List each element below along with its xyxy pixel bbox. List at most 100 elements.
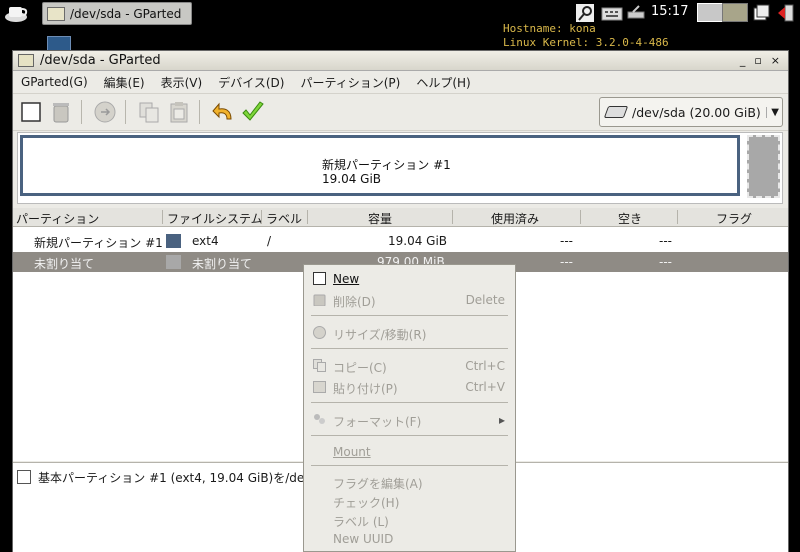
column-separator <box>452 210 453 224</box>
submenu-arrow-icon: ▸ <box>498 413 505 427</box>
disk-map-partition[interactable]: 新規パーティション #1 19.04 GiB <box>20 135 740 196</box>
table-row[interactable]: 新規パーティション #1 ext4 / 19.04 GiB --- --- <box>13 231 788 251</box>
cell-filesystem: 未割り当て <box>192 257 253 271</box>
device-selector[interactable]: /dev/sda (20.00 GiB) ▼ <box>599 97 783 127</box>
window-title: /dev/sda - GParted <box>40 53 161 68</box>
disk-map-partition-name: 新規パーティション #1 <box>322 158 451 172</box>
window-list-icon[interactable] <box>752 3 770 23</box>
menu-help[interactable]: ヘルプ(H) <box>408 74 478 91</box>
workspace-1[interactable] <box>697 3 723 22</box>
menu-device[interactable]: デバイス(D) <box>210 74 292 91</box>
toolbar-separator <box>81 100 82 124</box>
menu-item-accelerator: Delete <box>465 293 505 307</box>
coffee-cup-icon[interactable] <box>3 3 31 23</box>
delete-button[interactable] <box>49 100 73 124</box>
exit-icon[interactable] <box>776 3 796 23</box>
column-separator <box>580 210 581 224</box>
resize-move-button[interactable] <box>93 100 117 124</box>
column-header-filesystem[interactable]: ファイルシステム <box>167 210 263 227</box>
undo-button[interactable] <box>211 100 235 124</box>
minimize-button[interactable]: _ <box>740 54 746 67</box>
menu-item-label: Mount <box>333 445 371 459</box>
copy-icon <box>313 359 326 372</box>
menu-separator <box>311 435 508 436</box>
menu-edit[interactable]: 編集(E) <box>96 74 153 91</box>
menu-item-check[interactable]: チェック(H) <box>304 491 515 511</box>
copy-button[interactable] <box>137 100 161 124</box>
cell-filesystem: ext4 <box>192 234 219 248</box>
maximize-button[interactable]: ▫ <box>754 54 761 67</box>
cell-partition: 新規パーティション #1 <box>34 236 163 250</box>
menu-item-format[interactable]: フォーマット(F) ▸ <box>304 410 515 430</box>
fs-color-swatch <box>166 255 181 269</box>
disk-map: 新規パーティション #1 19.04 GiB <box>17 132 783 204</box>
close-button[interactable]: × <box>771 54 780 67</box>
partition-context-menu: New 削除(D) Delete リサイズ/移動(R) コピー(C) Ctrl+… <box>303 264 516 552</box>
gparted-app-icon <box>18 54 34 67</box>
menu-item-delete[interactable]: 削除(D) Delete <box>304 290 515 310</box>
disk-map-partition-size: 19.04 GiB <box>322 172 382 186</box>
menu-item-label: ラベル (L) <box>333 515 389 529</box>
copy-icon <box>139 102 159 123</box>
search-icon[interactable] <box>575 3 595 23</box>
cell-used: --- <box>560 255 573 269</box>
column-header-partition[interactable]: パーティション <box>16 210 99 227</box>
menu-item-copy[interactable]: コピー(C) Ctrl+C <box>304 356 515 376</box>
menu-item-new-uuid[interactable]: New UUID <box>304 529 515 549</box>
taskbar-item-gparted[interactable]: /dev/sda - GParted <box>42 2 192 25</box>
menu-item-new[interactable]: New <box>304 269 515 289</box>
column-separator <box>261 210 262 224</box>
cell-free: --- <box>659 234 672 248</box>
hostname-text: Hostname: kona <box>503 22 596 35</box>
column-header-free[interactable]: 空き <box>618 210 642 227</box>
menu-view[interactable]: 表示(V) <box>153 74 211 91</box>
cell-label: / <box>267 234 272 248</box>
device-selector-label: /dev/sda (20.00 GiB) <box>632 104 761 120</box>
menu-separator <box>311 348 508 349</box>
column-header-used[interactable]: 使用済み <box>491 210 539 227</box>
menu-separator <box>311 465 508 466</box>
menu-separator <box>311 402 508 403</box>
checkmark-icon <box>242 101 264 121</box>
cell-used: --- <box>560 234 573 248</box>
disk-map-unallocated[interactable] <box>747 135 780 198</box>
column-header-flags[interactable]: フラグ <box>716 210 752 227</box>
menu-partition[interactable]: パーティション(P) <box>292 74 408 91</box>
harddisk-icon <box>603 106 629 118</box>
workspace-2[interactable] <box>722 3 748 22</box>
undo-icon <box>212 102 232 120</box>
menu-item-label: New UUID <box>333 532 394 546</box>
menu-item-label: コピー(C) <box>333 361 387 375</box>
top-panel: /dev/sda - GParted 15:17 <box>0 0 800 26</box>
menu-item-label-partition[interactable]: ラベル (L) <box>304 510 515 530</box>
paste-icon <box>313 381 326 393</box>
trash-icon <box>313 294 326 306</box>
paste-icon <box>170 102 188 123</box>
column-header-size[interactable]: 容量 <box>368 210 392 227</box>
toolbar-separator <box>125 100 126 124</box>
menu-gparted[interactable]: GParted(G) <box>13 75 96 89</box>
new-partition-button[interactable] <box>19 100 43 124</box>
menu-item-accelerator: Ctrl+V <box>465 380 505 394</box>
menu-separator <box>311 315 508 316</box>
fs-color-swatch <box>166 234 181 248</box>
menu-item-resize-move[interactable]: リサイズ/移動(R) <box>304 323 515 343</box>
menubar: GParted(G) 編集(E) 表示(V) デバイス(D) パーティション(P… <box>13 71 788 93</box>
column-header-label[interactable]: ラベル <box>266 210 302 227</box>
window-titlebar[interactable]: /dev/sda - GParted _ ▫ × <box>13 51 788 71</box>
system-info: Hostname: kona Linux Kernel: 3.2.0-4-486 <box>503 22 669 50</box>
resize-icon <box>94 101 116 123</box>
keyboard-icon[interactable] <box>601 3 623 23</box>
paste-button[interactable] <box>167 100 191 124</box>
toolbar: /dev/sda (20.00 GiB) ▼ <box>13 93 788 131</box>
trash-icon <box>53 103 69 123</box>
taskbar-item-label: /dev/sda - GParted <box>70 6 182 21</box>
apply-button[interactable] <box>241 100 265 124</box>
menu-item-mount[interactable]: Mount <box>304 442 515 462</box>
partition-table-header: パーティション ファイルシステム ラベル 容量 使用済み 空き フラグ <box>13 208 788 227</box>
network-icon[interactable] <box>625 3 647 23</box>
pending-operation-text[interactable]: 基本パーティション #1 (ext4, 19.04 GiB)を/dev <box>38 469 311 486</box>
menu-item-label: New <box>333 272 360 286</box>
menu-item-manage-flags[interactable]: フラグを編集(A) <box>304 472 515 492</box>
menu-item-paste[interactable]: 貼り付け(P) Ctrl+V <box>304 377 515 397</box>
